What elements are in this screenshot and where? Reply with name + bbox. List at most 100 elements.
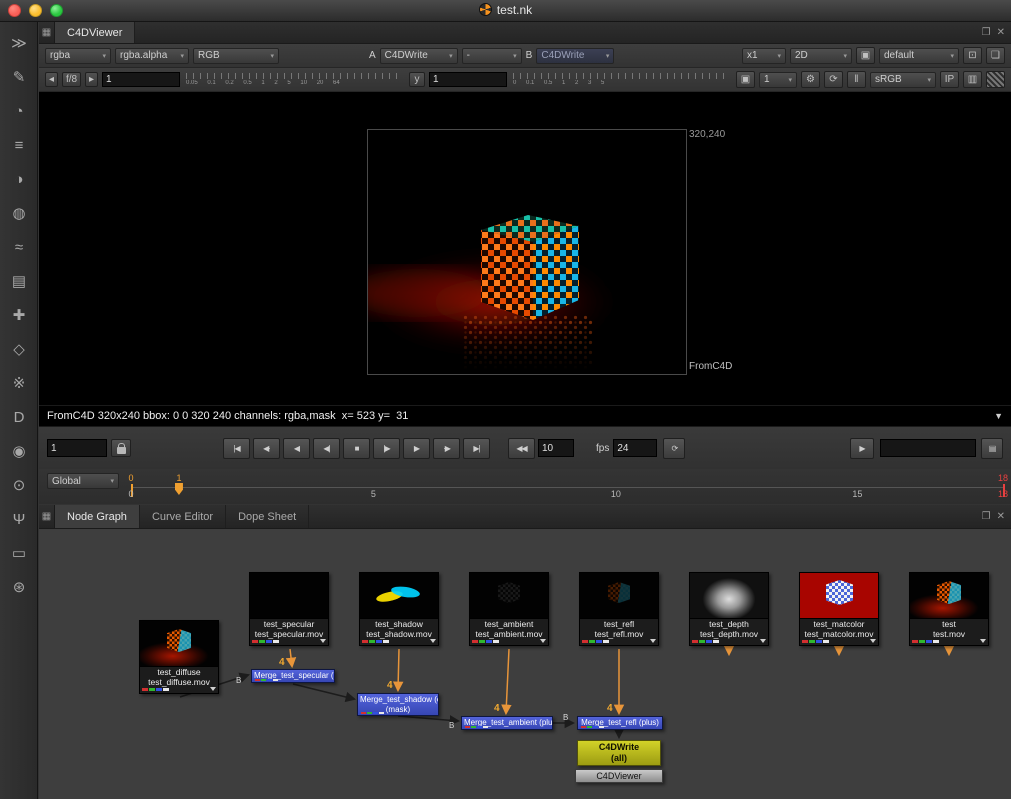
node-test-shadow[interactable]: test_shadow test_shadow.mov (359, 572, 439, 646)
play-backward-button[interactable]: ◀ (283, 438, 310, 459)
node-test-refl[interactable]: test_refl test_refl.mov (579, 572, 659, 646)
downrez-select[interactable]: 1▾ (759, 72, 797, 88)
refresh-button[interactable]: ⟳ (824, 71, 843, 88)
pause-button[interactable]: ‖ (847, 71, 866, 88)
chevron-down-icon: ▾ (102, 52, 106, 60)
pane-menu-icon[interactable]: ▦ (39, 22, 55, 43)
cliptest-button[interactable]: ▥ (963, 71, 982, 88)
aperture-button[interactable]: f/8 (62, 72, 81, 87)
viewer-canvas[interactable]: 320,240 FromC4D (39, 92, 1011, 405)
viewer-statusbar: FromC4D 320x240 bbox: 0 0 320 240 channe… (39, 405, 1011, 427)
gamma-slider[interactable]: 0 0.1 0.5 1 2 3 5 (513, 70, 730, 90)
step-backward-button[interactable]: ◀| (313, 438, 340, 459)
wipe-mode-select[interactable]: -▾ (462, 48, 522, 64)
transport-menu-button[interactable]: ▤ (981, 438, 1003, 459)
sidebar-item-channel[interactable]: ≡ (0, 128, 38, 162)
current-frame-input[interactable] (47, 439, 107, 457)
gain-input[interactable] (102, 72, 180, 87)
sidebar-item-transform[interactable]: ✚ (0, 298, 38, 332)
roi-button[interactable]: ⊡ (963, 47, 982, 64)
gain-slider-ticks (186, 73, 403, 79)
sidebar-item-image[interactable]: ≫ (0, 26, 38, 60)
node-test[interactable]: test test.mov (909, 572, 989, 646)
loop-mode-button[interactable]: ⟳ (663, 438, 685, 459)
gamma-input[interactable] (429, 72, 507, 87)
tab-curve-editor[interactable]: Curve Editor (140, 505, 226, 528)
tab-node-graph[interactable]: Node Graph (55, 505, 140, 528)
node-merge-test-ambient[interactable]: Merge_test_ambient (plus) (461, 716, 553, 730)
gain-prev-button[interactable]: ◂ (45, 72, 58, 87)
sidebar-item-deep[interactable]: D (0, 400, 38, 434)
ip-label: IP (945, 74, 954, 85)
alpha-select[interactable]: rgba.alpha▾ (115, 48, 189, 64)
sidebar-item-archive[interactable]: ▭ (0, 536, 38, 570)
step-forward-button[interactable]: |▶ (373, 438, 400, 459)
node-test-matcolor[interactable]: test_matcolor test_matcolor.mov (799, 572, 879, 646)
sidebar-item-time[interactable]: ◔ (0, 94, 38, 128)
sidebar-item-merge[interactable]: ▤ (0, 264, 38, 298)
input-process-button[interactable]: IP (940, 71, 959, 88)
b-input-select[interactable]: C4DWrite▾ (536, 48, 614, 64)
node-c4dviewer[interactable]: C4DViewer (575, 769, 663, 783)
close-panel-icon[interactable]: ✕ (997, 511, 1005, 522)
a-input-select[interactable]: C4DWrite▾ (380, 48, 458, 64)
stop-button[interactable]: ■ (343, 438, 370, 459)
sidebar-item-draw[interactable]: ✎ (0, 60, 38, 94)
nodegraph-canvas[interactable]: 4 4 4 4 B B B test_specular test_specula… (39, 529, 1011, 799)
pane-menu-icon[interactable]: ▦ (39, 505, 55, 528)
zoom-select[interactable]: x1▾ (742, 48, 786, 64)
display-channel-select[interactable]: RGB▾ (193, 48, 279, 64)
goto-start-button[interactable]: |◀ (223, 438, 250, 459)
sidebar-item-color[interactable]: ◑ (0, 162, 38, 196)
gamma-toggle-button[interactable]: y (409, 72, 425, 87)
flipbook-button[interactable]: ▶ (850, 438, 874, 459)
gain-slider[interactable]: 0.05 0.1 0.2 0.5 1 2 5 10 20 64 (186, 70, 403, 90)
status-menu-icon[interactable]: ▼ (994, 411, 1003, 421)
tab-dope-sheet[interactable]: Dope Sheet (226, 505, 309, 528)
node-merge-test-shadow[interactable]: Merge_test_shadow (over) (mask) (357, 693, 439, 716)
node-test-depth[interactable]: test_depth test_depth.mov (689, 572, 769, 646)
sidebar-item-views[interactable]: ◉ (0, 434, 38, 468)
b-input-label: B (526, 50, 533, 61)
goto-end-button[interactable]: ▶| (463, 438, 490, 459)
settings-button[interactable]: ⚙ (801, 71, 820, 88)
frame-jump-button[interactable]: ◀◀ (508, 438, 535, 459)
sidebar-item-keyer[interactable]: ≈ (0, 230, 38, 264)
node-test-specular[interactable]: test_specular test_specular.mov (249, 572, 329, 646)
play-forward-button[interactable]: ▶ (403, 438, 430, 459)
gain-next-button[interactable]: ▸ (85, 72, 98, 87)
playhead-marker[interactable] (175, 483, 183, 495)
next-keyframe-button[interactable]: ·▶ (433, 438, 460, 459)
sidebar-item-metadata[interactable]: ⊙ (0, 468, 38, 502)
node-toolbar: ≫ ✎ ◔ ≡ ◑ ◍ ≈ ▤ ✚ ◇ ※ D ◉ ⊙ Ψ ▭ ⊛ (0, 22, 38, 799)
channels-select[interactable]: rgba▾ (45, 48, 111, 64)
stereo-view-select[interactable]: default▾ (879, 48, 959, 64)
cache-progress-field[interactable] (880, 439, 976, 457)
fps-input[interactable] (613, 439, 657, 457)
sidebar-item-particles[interactable]: ※ (0, 366, 38, 400)
monitor-out-button[interactable]: ▣ (856, 47, 875, 64)
prev-keyframe-button[interactable]: ◀· (253, 438, 280, 459)
lock-range-button[interactable] (111, 439, 131, 457)
node-c4dwrite[interactable]: C4DWrite (all) (577, 740, 661, 766)
tab-c4dviewer[interactable]: C4DViewer (55, 22, 135, 43)
node-test-ambient[interactable]: test_ambient test_ambient.mov (469, 572, 549, 646)
sidebar-item-filter[interactable]: ◍ (0, 196, 38, 230)
checkerboard-button[interactable] (986, 71, 1005, 88)
float-panel-icon[interactable]: ❐ (982, 511, 991, 522)
framing-button[interactable]: ❏ (986, 47, 1005, 64)
sidebar-item-other[interactable]: ⊛ (0, 570, 38, 604)
node-test-diffuse[interactable]: test_diffuse test_diffuse.mov (139, 620, 219, 694)
timeline-ruler[interactable]: 0 1 18 0 5 10 15 18 (131, 473, 1003, 501)
close-panel-icon[interactable]: ✕ (997, 27, 1005, 38)
sidebar-item-3d[interactable]: ◇ (0, 332, 38, 366)
frame-increment-input[interactable] (538, 439, 574, 457)
frame-range-mode-select[interactable]: Global▾ (47, 473, 119, 489)
view-mode-select[interactable]: 2D▾ (790, 48, 852, 64)
sidebar-item-toolsets[interactable]: Ψ (0, 502, 38, 536)
node-merge-test-refl[interactable]: Merge_test_refl (plus) (577, 716, 663, 730)
proxy-toggle-button[interactable]: ▣ (736, 71, 755, 88)
float-panel-icon[interactable]: ❐ (982, 27, 991, 38)
lut-select[interactable]: sRGB▾ (870, 72, 936, 88)
node-merge-test-specular[interactable]: Merge_test_specular (plus) (251, 669, 335, 683)
